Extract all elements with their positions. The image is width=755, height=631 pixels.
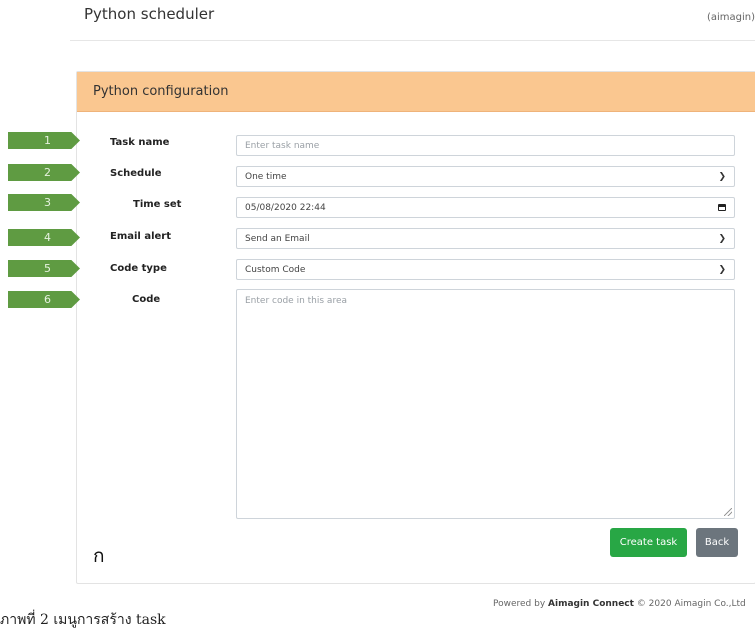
code-textarea[interactable]: Enter code in this area — [236, 289, 735, 519]
footer: Powered by Aimagin Connect © 2020 Aimagi… — [493, 599, 746, 609]
step-number: 1 — [44, 134, 51, 147]
step-marker-2: 2 — [8, 164, 80, 181]
app-title[interactable]: Python scheduler — [84, 5, 214, 23]
create-task-button[interactable]: Create task — [610, 528, 687, 557]
step-marker-3: 3 — [8, 194, 80, 211]
task-name-label: Task name — [110, 137, 170, 148]
step-marker-6: 6 — [8, 291, 80, 308]
top-navbar: Python scheduler (aimagin) — [70, 0, 755, 41]
step-number: 2 — [44, 166, 51, 179]
step-marker-4: 4 — [8, 229, 80, 246]
step-number: 6 — [44, 293, 51, 306]
chevron-down-icon: ❯ — [718, 172, 726, 182]
email-alert-value: Send an Email — [245, 234, 310, 244]
card-title: Python configuration — [93, 84, 229, 99]
chevron-down-icon: ❯ — [718, 265, 726, 275]
code-type-label: Code type — [110, 263, 167, 274]
schedule-select[interactable]: One time ❯ — [236, 166, 735, 187]
time-set-input[interactable]: 05/08/2020 22:44 — [236, 197, 735, 218]
step-marker-5: 5 — [8, 260, 80, 277]
step-number: 4 — [44, 231, 51, 244]
footer-prefix: Powered by — [493, 599, 549, 609]
footer-suffix: © 2020 Aimagin Co.,Ltd — [633, 599, 746, 609]
step-marker-1: 1 — [8, 132, 80, 149]
task-name-placeholder: Enter task name — [245, 141, 320, 151]
calendar-icon[interactable] — [718, 204, 726, 211]
resize-handle-icon[interactable] — [724, 508, 732, 516]
step-number: 3 — [44, 196, 51, 209]
code-placeholder: Enter code in this area — [245, 296, 348, 306]
schedule-label: Schedule — [110, 168, 162, 179]
footer-brand[interactable]: Aimagin Connect — [548, 599, 634, 609]
code-type-select[interactable]: Custom Code ❯ — [236, 259, 735, 280]
chevron-down-icon: ❯ — [718, 234, 726, 244]
step-number: 5 — [44, 262, 51, 275]
task-name-input[interactable]: Enter task name — [236, 135, 735, 156]
stray-character: ก — [93, 545, 105, 567]
code-label: Code — [132, 294, 161, 305]
figure-caption: ภาพที่ 2 เมนูการสร้าง task — [0, 612, 166, 628]
email-alert-select[interactable]: Send an Email ❯ — [236, 228, 735, 249]
time-set-value: 05/08/2020 22:44 — [245, 203, 326, 213]
time-set-label: Time set — [133, 199, 182, 210]
schedule-value: One time — [245, 172, 287, 182]
card-header: Python configuration — [77, 72, 755, 112]
back-button[interactable]: Back — [696, 528, 738, 557]
code-type-value: Custom Code — [245, 265, 306, 275]
user-menu[interactable]: (aimagin) — [707, 12, 755, 23]
email-alert-label: Email alert — [110, 231, 172, 242]
